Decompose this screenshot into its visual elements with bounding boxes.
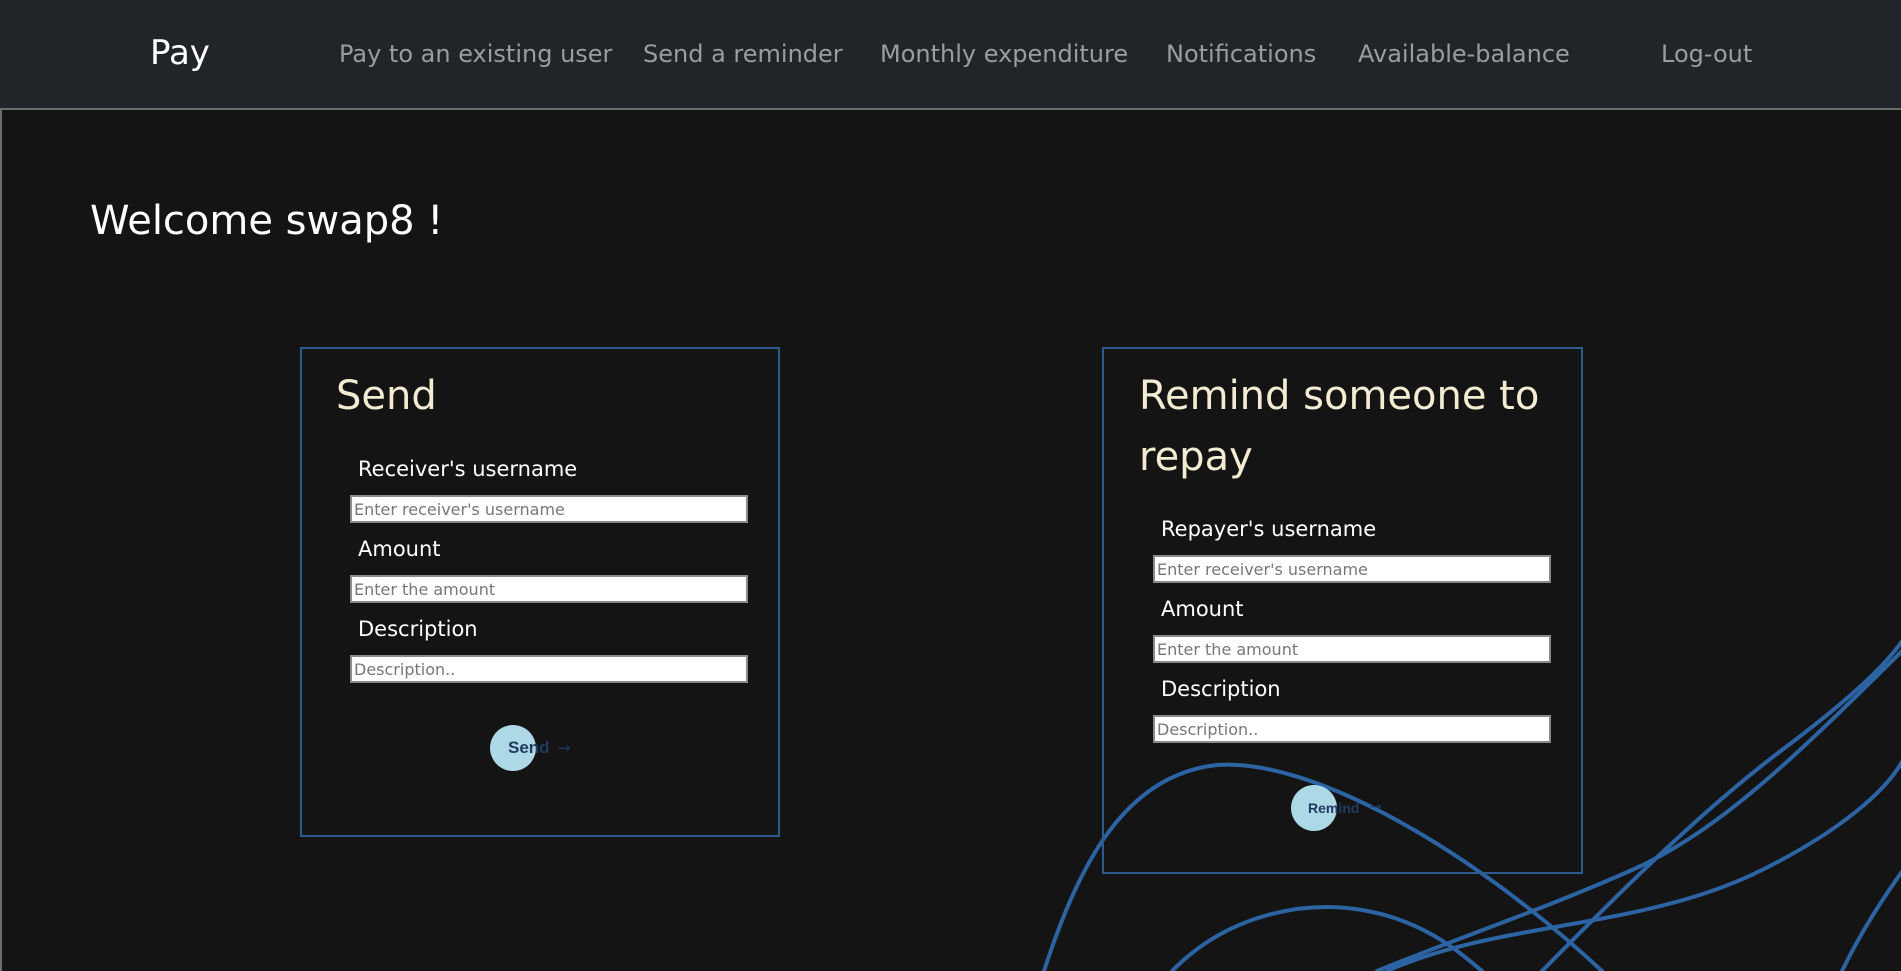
arrow-right-icon: → [558, 739, 571, 757]
remind-button[interactable]: Remind → [1291, 785, 1391, 831]
brand-logo[interactable]: Pay [150, 31, 210, 75]
send-amount-input[interactable] [350, 575, 748, 603]
welcome-heading: Welcome swap8 ! [90, 198, 444, 244]
repayer-username-input[interactable] [1153, 555, 1551, 583]
send-card-title: Send [336, 373, 437, 419]
receiver-username-label: Receiver's username [358, 457, 578, 481]
send-button-label: Send [508, 738, 550, 757]
main-content: Welcome swap8 ! Send Receiver's username… [0, 110, 1901, 971]
nav-monthly-expenditure[interactable]: Monthly expenditure [880, 39, 1128, 69]
nav-notifications[interactable]: Notifications [1166, 39, 1316, 69]
repayer-username-label: Repayer's username [1161, 517, 1377, 541]
remind-amount-input[interactable] [1153, 635, 1551, 663]
send-description-label: Description [358, 617, 478, 641]
remind-card: Remind someone to repay Repayer's userna… [1102, 347, 1583, 874]
nav-logout[interactable]: Log-out [1661, 39, 1752, 69]
top-navbar: Pay Pay to an existing user Send a remin… [0, 0, 1901, 110]
nav-available-balance[interactable]: Available-balance [1358, 39, 1570, 69]
remind-amount-label: Amount [1161, 597, 1244, 621]
send-description-input[interactable] [350, 655, 748, 683]
remind-card-title: Remind someone to repay [1139, 373, 1540, 480]
remind-description-input[interactable] [1153, 715, 1551, 743]
nav-pay-existing-user[interactable]: Pay to an existing user [339, 39, 612, 69]
send-button[interactable]: Send → [490, 725, 590, 771]
remind-description-label: Description [1161, 677, 1281, 701]
send-amount-label: Amount [358, 537, 441, 561]
nav-send-reminder[interactable]: Send a reminder [643, 39, 843, 69]
receiver-username-input[interactable] [350, 495, 748, 523]
remind-button-label: Remind [1308, 800, 1360, 816]
send-card: Send Receiver's username Amount Descript… [300, 347, 780, 837]
arrow-right-icon: → [1370, 799, 1382, 815]
